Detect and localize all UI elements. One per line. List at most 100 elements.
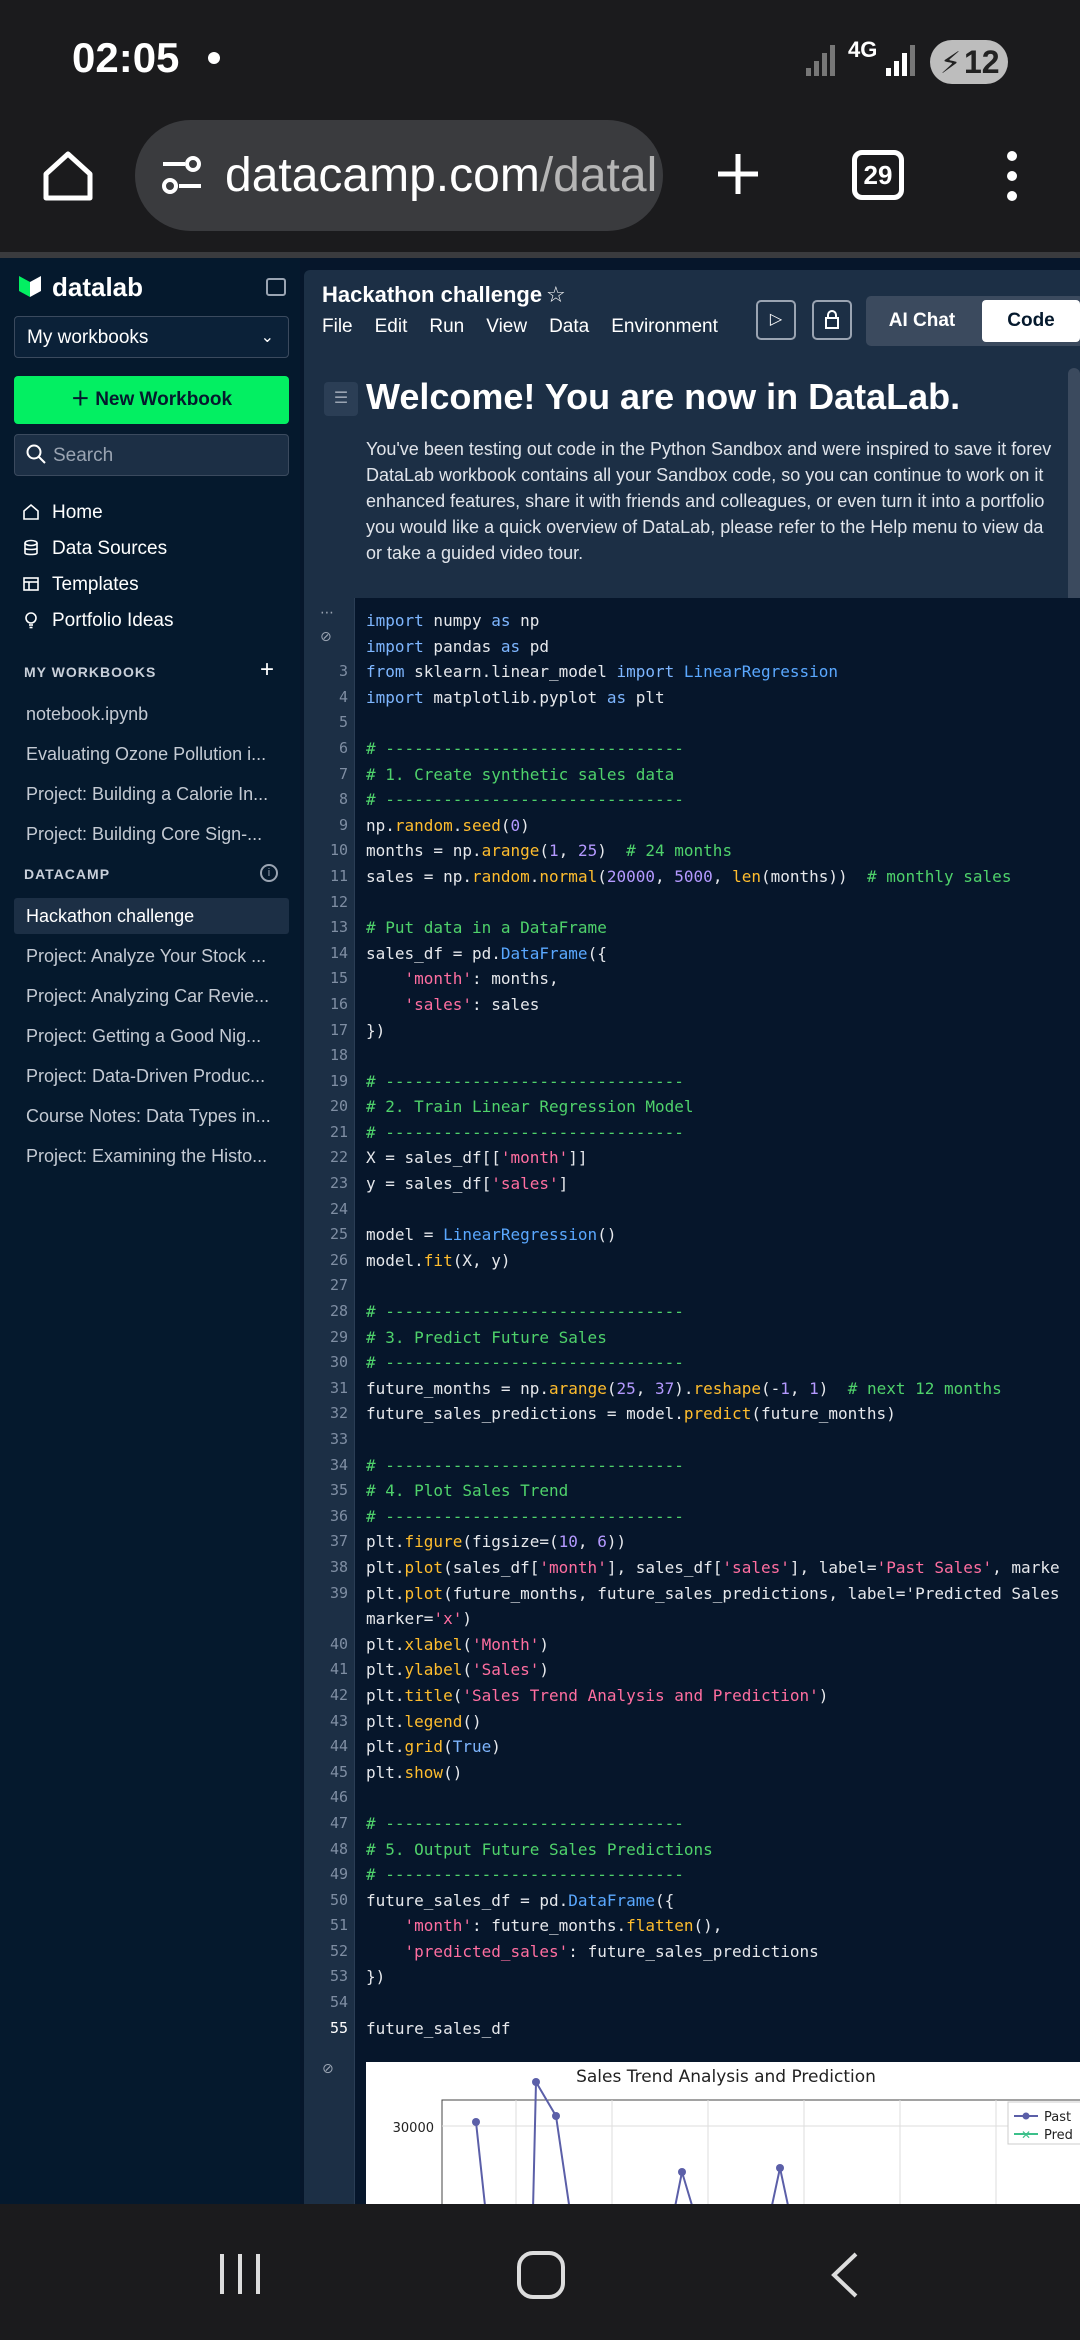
code-line[interactable]: 43 plt.legend(): [304, 1709, 1080, 1735]
code-line[interactable]: 50 future_sales_df = pd.DataFrame({: [304, 1888, 1080, 1914]
workbook-item[interactable]: notebook.ipynb: [14, 696, 289, 732]
code-line[interactable]: 6 # -------------------------------: [304, 736, 1080, 762]
nav-portfolio-ideas[interactable]: Portfolio Ideas: [22, 610, 173, 632]
code-cell[interactable]: ⋯ ⊘ import numpy as np import pandas as p…: [304, 598, 1080, 2204]
code-line[interactable]: 13 # Put data in a DataFrame: [304, 915, 1080, 941]
code-line[interactable]: 34 # -------------------------------: [304, 1453, 1080, 1479]
code-line[interactable]: 14 sales_df = pd.DataFrame({: [304, 941, 1080, 967]
workbook-item[interactable]: Project: Building a Calorie In...: [14, 776, 289, 812]
code-line[interactable]: 48 # 5. Output Future Sales Predictions: [304, 1837, 1080, 1863]
code-line[interactable]: 30 # -------------------------------: [304, 1350, 1080, 1376]
code-line[interactable]: 40 plt.xlabel('Month'): [304, 1632, 1080, 1658]
code-line[interactable]: 36 # -------------------------------: [304, 1504, 1080, 1530]
code-line[interactable]: 44 plt.grid(True): [304, 1734, 1080, 1760]
code-line[interactable]: 12: [304, 890, 1080, 916]
code-line[interactable]: marker='x'): [304, 1606, 1080, 1632]
code-line[interactable]: 54: [304, 1990, 1080, 2016]
code-line[interactable]: 18: [304, 1043, 1080, 1069]
workbook-item[interactable]: Project: Data-Driven Produc...: [14, 1058, 289, 1094]
menu-file[interactable]: File: [322, 316, 353, 337]
add-workbook-icon[interactable]: +: [260, 656, 274, 684]
code-line[interactable]: 5: [304, 710, 1080, 736]
code-line[interactable]: 38 plt.plot(sales_df['month'], sales_df['…: [304, 1555, 1080, 1581]
code-line[interactable]: import pandas as pd: [304, 634, 1080, 660]
code-line[interactable]: 49 # -------------------------------: [304, 1862, 1080, 1888]
back-icon[interactable]: [828, 2250, 862, 2300]
code-line[interactable]: 52 'predicted_sales': future_sales_predi…: [304, 1939, 1080, 1965]
lock-button[interactable]: [812, 300, 852, 340]
code-line[interactable]: 20 # 2. Train Linear Regression Model: [304, 1094, 1080, 1120]
new-workbook-button[interactable]: ＋ New Workbook: [14, 376, 289, 424]
star-icon[interactable]: ☆: [546, 282, 566, 308]
code-line[interactable]: 29 # 3. Predict Future Sales: [304, 1325, 1080, 1351]
code-line[interactable]: 45 plt.show(): [304, 1760, 1080, 1786]
code-line[interactable]: 25 model = LinearRegression(): [304, 1222, 1080, 1248]
code-line[interactable]: 51 'month': future_months.flatten(),: [304, 1913, 1080, 1939]
code-line[interactable]: 55 future_sales_df: [304, 2016, 1080, 2042]
code-tab[interactable]: Code: [982, 300, 1080, 342]
workbook-item[interactable]: Project: Examining the Histo...: [14, 1138, 289, 1174]
site-settings-icon[interactable]: [159, 152, 205, 198]
workbook-title[interactable]: Hackathon challenge: [322, 282, 542, 308]
workbook-item-active[interactable]: Hackathon challenge: [14, 898, 289, 934]
code-line[interactable]: 33: [304, 1427, 1080, 1453]
menu-environment[interactable]: Environment: [611, 316, 718, 337]
workbook-selector[interactable]: My workbooks ⌄: [14, 316, 289, 358]
menu-view[interactable]: View: [486, 316, 527, 337]
code-line[interactable]: 32 future_sales_predictions = model.predi…: [304, 1401, 1080, 1427]
menu-data[interactable]: Data: [549, 316, 589, 337]
tab-switcher-button[interactable]: 29: [852, 150, 904, 200]
workbook-item[interactable]: Course Notes: Data Types in...: [14, 1098, 289, 1134]
code-line[interactable]: 37 plt.figure(figsize=(10, 6)): [304, 1529, 1080, 1555]
code-line[interactable]: 4 import matplotlib.pyplot as plt: [304, 685, 1080, 711]
recent-apps-icon[interactable]: [218, 2252, 262, 2296]
url-bar[interactable]: datacamp.com/datal: [135, 120, 663, 231]
code-line[interactable]: 46: [304, 1785, 1080, 1811]
code-line[interactable]: 24: [304, 1197, 1080, 1223]
code-line[interactable]: import numpy as np: [304, 608, 1080, 634]
menu-run[interactable]: Run: [429, 316, 464, 337]
code-line[interactable]: 28 # -------------------------------: [304, 1299, 1080, 1325]
code-line[interactable]: 7 # 1. Create synthetic sales data: [304, 762, 1080, 788]
code-line[interactable]: 27: [304, 1273, 1080, 1299]
workbook-item[interactable]: Project: Building Core Sign-...: [14, 816, 289, 852]
code-line[interactable]: 11 sales = np.random.normal(20000, 5000, …: [304, 864, 1080, 890]
table-of-contents-icon[interactable]: ☰: [324, 382, 358, 416]
search-input[interactable]: Search: [14, 434, 289, 476]
home-icon[interactable]: [40, 148, 96, 204]
datalab-logo[interactable]: datalab: [16, 272, 143, 303]
info-icon[interactable]: i: [260, 864, 278, 882]
code-line[interactable]: 42 plt.title('Sales Trend Analysis and Pr…: [304, 1683, 1080, 1709]
code-line[interactable]: 23 y = sales_df['sales']: [304, 1171, 1080, 1197]
code-line[interactable]: 17}): [304, 1018, 1080, 1044]
code-line[interactable]: 26 model.fit(X, y): [304, 1248, 1080, 1274]
code-line[interactable]: 39 plt.plot(future_months, future_sales_p…: [304, 1581, 1080, 1607]
code-line[interactable]: 31 future_months = np.arange(25, 37).resh…: [304, 1376, 1080, 1402]
ai-chat-tab[interactable]: AI Chat: [866, 296, 978, 346]
nav-home[interactable]: Home: [22, 502, 103, 524]
code-line[interactable]: 10 months = np.arange(1, 25) # 24 months: [304, 838, 1080, 864]
code-line[interactable]: 41 plt.ylabel('Sales'): [304, 1657, 1080, 1683]
code-line[interactable]: 53}): [304, 1964, 1080, 1990]
workbook-item[interactable]: Project: Getting a Good Nig...: [14, 1018, 289, 1054]
code-line[interactable]: 9 np.random.seed(0): [304, 813, 1080, 839]
workbook-item[interactable]: Evaluating Ozone Pollution i...: [14, 736, 289, 772]
markdown-cell[interactable]: ☰ Welcome! You are now in DataLab. You'v…: [304, 368, 1080, 586]
menu-edit[interactable]: Edit: [375, 316, 408, 337]
more-menu-icon[interactable]: [1002, 150, 1022, 202]
code-line[interactable]: 8 # -------------------------------: [304, 787, 1080, 813]
code-line[interactable]: 47 # -------------------------------: [304, 1811, 1080, 1837]
code-line[interactable]: 19 # -------------------------------: [304, 1069, 1080, 1095]
code-line[interactable]: 3 from sklearn.linear_model import Linear…: [304, 659, 1080, 685]
code-line[interactable]: 35 # 4. Plot Sales Trend: [304, 1478, 1080, 1504]
new-tab-icon[interactable]: [714, 150, 762, 198]
nav-data-sources[interactable]: Data Sources: [22, 538, 167, 560]
workbook-item[interactable]: Project: Analyze Your Stock ...: [14, 938, 289, 974]
code-line[interactable]: 16 'sales': sales: [304, 992, 1080, 1018]
collapse-sidebar-icon[interactable]: [266, 278, 286, 296]
code-line[interactable]: 21 # -------------------------------: [304, 1120, 1080, 1146]
run-button[interactable]: ▷: [756, 300, 796, 340]
home-button-icon[interactable]: [516, 2250, 566, 2300]
hide-output-icon[interactable]: ⊘: [322, 2060, 334, 2077]
workbook-item[interactable]: Project: Analyzing Car Revie...: [14, 978, 289, 1014]
